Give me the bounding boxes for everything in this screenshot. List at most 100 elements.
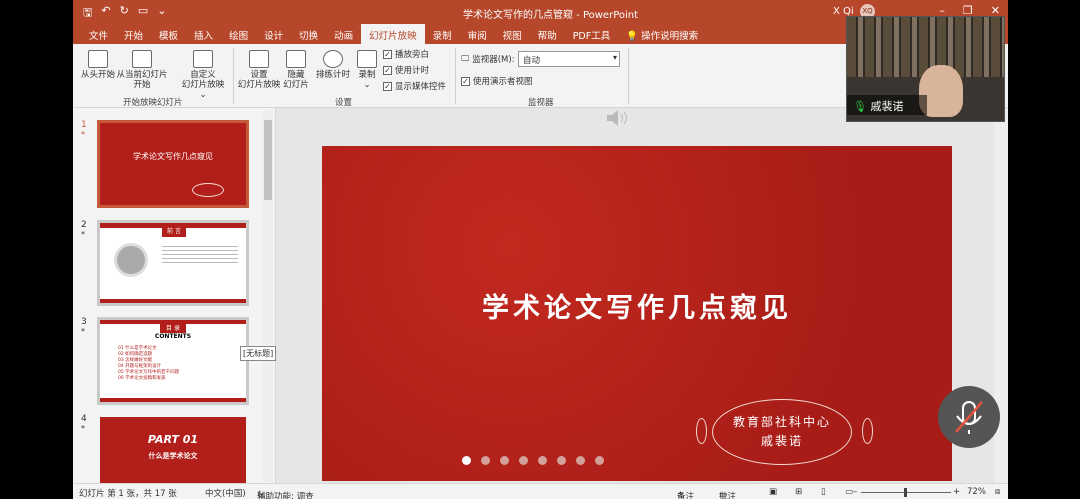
group-start-label: 开始放映幻灯片	[123, 98, 183, 108]
page-dot	[519, 456, 528, 465]
setup-label-2: 幻灯片放映	[237, 80, 281, 90]
checkbox-checked-icon: ✓	[383, 81, 392, 91]
tell-me-label: 操作说明搜索	[641, 31, 699, 42]
tab-insert[interactable]: 插入	[186, 24, 221, 44]
slideshow-view-icon[interactable]: ▭	[845, 487, 853, 497]
rehearse-timings-button[interactable]: 排练计时	[315, 50, 351, 80]
play-narration-checkbox[interactable]: ✓ 播放旁白	[383, 48, 429, 60]
language-status[interactable]: 中文(中国)	[205, 487, 246, 499]
tab-transitions[interactable]: 切换	[291, 24, 326, 44]
tab-draw[interactable]: 绘图	[221, 24, 256, 44]
redo-icon[interactable]: ↻	[120, 4, 129, 23]
monitor-label-wrap: 🖵 监视器(M):	[461, 53, 515, 65]
record-button[interactable]: 录制 ⌄	[353, 50, 381, 90]
slide-number: 3 *	[81, 317, 87, 336]
tab-help[interactable]: 帮助	[530, 24, 565, 44]
author-org: 教育部社科中心	[732, 415, 831, 429]
thumb-band	[100, 299, 246, 303]
zoom-slider-thumb[interactable]	[904, 488, 907, 497]
separator	[233, 48, 234, 104]
tab-review[interactable]: 审阅	[460, 24, 495, 44]
page-dot	[557, 456, 566, 465]
custom-slideshow-button[interactable]: 自定义 幻灯片放映 ⌄	[177, 50, 229, 100]
mute-microphone-button[interactable]	[938, 386, 1000, 448]
group-setup-label: 设置	[335, 98, 353, 108]
checkbox-checked-icon: ✓	[461, 76, 470, 86]
normal-view-icon[interactable]: ▣	[769, 487, 777, 497]
custom-label-1: 自定义	[190, 70, 216, 80]
tell-me-search[interactable]: 💡 操作说明搜索	[618, 24, 706, 44]
tab-view[interactable]: 视图	[495, 24, 530, 44]
participant-name: 戚裴诺	[870, 100, 904, 113]
page-dots	[462, 456, 604, 465]
slide-thumbnail-3[interactable]: 目 录 CONTENTS 01 什么是学术论文 02 如何确定选题 03 怎样做…	[97, 317, 249, 405]
status-bar: 幻灯片 第 1 张，共 17 张 中文(中国) ♿ 辅助功能: 调查 ≐ 备注 …	[73, 483, 1008, 499]
presenter-view-label: 使用演示者视图	[473, 77, 533, 87]
author-oval[interactable]: 教育部社科中心 戚裴诺	[712, 399, 852, 465]
zoom-slider[interactable]	[861, 488, 951, 497]
thumb-text-lines	[162, 243, 238, 263]
tab-record[interactable]: 录制	[425, 24, 460, 44]
tab-design[interactable]: 设计	[256, 24, 291, 44]
hide-label-1: 隐藏	[287, 70, 305, 80]
zoom-out-icon[interactable]: –	[853, 487, 857, 497]
hide-slide-button[interactable]: 隐藏 幻灯片	[281, 50, 311, 90]
slide-thumbnail-pane: 1 * 学术论文写作几点窥见 2 * 前 言 3 * 目 录 CONTENTS 01 …	[73, 108, 276, 486]
presenter-view-checkbox[interactable]: ✓ 使用演示者视图	[461, 75, 533, 87]
quick-access-toolbar: 🖫 ↶ ↻ ▭ ⌄	[83, 4, 166, 23]
play-from-current-icon	[132, 50, 152, 68]
page-dot	[481, 456, 490, 465]
save-icon[interactable]: 🖫	[83, 4, 92, 23]
fit-slide-icon[interactable]: ⧈	[995, 487, 1000, 497]
slide-thumbnail-2[interactable]: 前 言	[97, 220, 249, 306]
slide-number: 1 *	[81, 120, 87, 139]
from-current-button[interactable]: 从当前幻灯片 开始	[115, 50, 169, 90]
from-current-label-2: 开始	[133, 80, 151, 90]
thumb-title: 目 录	[160, 324, 186, 333]
record-label-2: ⌄	[363, 80, 371, 90]
from-beginning-button[interactable]: 从头开始	[79, 50, 117, 80]
reading-view-icon[interactable]: ▯	[821, 487, 826, 497]
decor-oval	[862, 418, 873, 444]
present-icon[interactable]: ▭	[138, 4, 148, 23]
tab-file[interactable]: 文件	[81, 24, 116, 44]
checkbox-checked-icon: ✓	[383, 65, 392, 75]
slide-sorter-icon[interactable]: ⊞	[795, 487, 802, 497]
custom-label-2: 幻灯片放映 ⌄	[181, 80, 225, 100]
thumb-oval	[192, 183, 224, 197]
slide-thumbnail-1[interactable]: 学术论文写作几点窥见	[97, 120, 249, 208]
checkbox-checked-icon: ✓	[383, 49, 392, 59]
monitor-icon: 🖵	[461, 54, 470, 64]
thumb-image	[114, 243, 148, 277]
tab-pdf-tools[interactable]: PDF工具	[565, 24, 619, 44]
show-media-controls-checkbox[interactable]: ✓ 显示媒体控件	[383, 80, 446, 92]
notes-label: 备注	[677, 492, 695, 499]
zoom-level[interactable]: 72%	[967, 487, 986, 497]
workspace: 1 * 学术论文写作几点窥见 2 * 前 言 3 * 目 录 CONTENTS 01 …	[73, 108, 1008, 486]
zoom-in-icon[interactable]: +	[953, 487, 960, 497]
rehearse-label: 排练计时	[315, 70, 350, 80]
tab-home[interactable]: 开始	[116, 24, 151, 44]
monitor-select[interactable]: 自动 ▾	[518, 51, 620, 67]
thumb-subtitle: CONTENTS	[154, 333, 192, 340]
setup-slideshow-button[interactable]: 设置 幻灯片放映	[237, 50, 281, 90]
record-icon	[357, 50, 377, 68]
tab-slideshow[interactable]: 幻灯片放映	[361, 24, 425, 44]
participant-label: 🎙 戚裴诺	[847, 95, 927, 115]
slide-thumbnail-4[interactable]: PART 01 什么是学术论文	[97, 414, 249, 486]
thumb-title: 前 言	[162, 227, 186, 237]
customize-icon[interactable]: ⌄	[157, 4, 166, 23]
microphone-icon: 🎙	[853, 100, 871, 113]
undo-icon[interactable]: ↶	[101, 4, 110, 23]
use-timings-checkbox[interactable]: ✓ 使用计时	[383, 64, 429, 76]
group-monitor-label: 监视器	[528, 98, 554, 108]
slide-title[interactable]: 学术论文写作几点窥见	[322, 286, 952, 325]
page-dot	[576, 456, 585, 465]
thumbnail-scrollbar[interactable]	[263, 110, 273, 482]
tab-animations[interactable]: 动画	[326, 24, 361, 44]
tab-templates[interactable]: 模板	[151, 24, 186, 44]
slide-canvas[interactable]: 学术论文写作几点窥见 教育部社科中心 戚裴诺	[322, 146, 952, 481]
scrollbar-thumb[interactable]	[264, 120, 272, 200]
accessibility-label: 辅助功能: 调查	[257, 492, 314, 499]
dropdown-arrow-icon: ▾	[612, 53, 617, 62]
